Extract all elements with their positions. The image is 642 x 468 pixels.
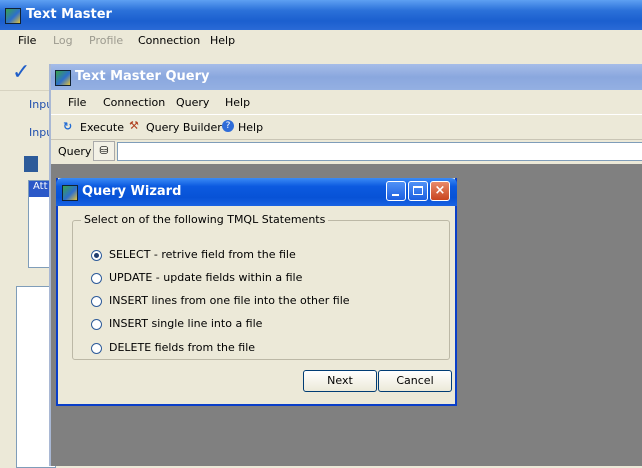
radio-insert-single[interactable] <box>91 319 102 330</box>
menu-file[interactable]: File <box>18 34 36 47</box>
statement-group: Select on of the following TMQL Statemen… <box>72 213 450 360</box>
check-icon[interactable]: ✓ <box>12 62 30 84</box>
minimize-icon[interactable] <box>386 181 406 201</box>
execute-icon[interactable]: ↻ <box>63 120 72 133</box>
radio-insert-lines[interactable] <box>91 296 102 307</box>
menu-log: Log <box>53 34 73 47</box>
cancel-button[interactable]: Cancel <box>378 370 452 392</box>
query-wizard-dialog: Select on of the following TMQL Statemen… <box>56 178 457 406</box>
qmenu-query[interactable]: Query <box>176 96 209 109</box>
query-window-title: Text Master Query <box>75 69 210 84</box>
option-delete-label[interactable]: DELETE fields from the file <box>109 341 255 354</box>
menu-profile: Profile <box>89 34 124 47</box>
radio-select[interactable] <box>91 250 102 261</box>
maximize-icon[interactable] <box>408 181 428 201</box>
query-input[interactable] <box>117 142 642 161</box>
execute-button[interactable]: Execute <box>80 121 124 134</box>
radio-delete[interactable] <box>91 343 102 354</box>
help-icon[interactable]: ? <box>222 120 234 132</box>
app-icon <box>5 8 21 24</box>
wizard-app-icon <box>62 185 78 201</box>
left-panel: Inpu Inpu Att <box>14 90 56 468</box>
option-select-label[interactable]: SELECT - retrive field from the file <box>109 248 296 261</box>
wizard-title-bar[interactable]: Query Wizard × <box>56 178 457 206</box>
qmenu-file[interactable]: File <box>68 96 86 109</box>
main-title-bar[interactable]: Text Master <box>0 0 642 30</box>
qmenu-help[interactable]: Help <box>225 96 250 109</box>
query-app-icon <box>55 70 71 86</box>
option-insert-single-label[interactable]: INSERT single line into a file <box>109 317 262 330</box>
query-menu-bar: File Connection Query Help <box>51 90 642 114</box>
menu-connection[interactable]: Connection <box>138 34 200 47</box>
query-row: Query ⛁ <box>51 140 642 164</box>
option-insert-lines-label[interactable]: INSERT lines from one file into the othe… <box>109 294 350 307</box>
document-icon <box>24 156 38 172</box>
next-button[interactable]: Next <box>303 370 377 392</box>
query-label: Query <box>58 145 92 158</box>
main-menu-bar: File Log Profile Connection Help <box>0 30 642 52</box>
database-icon[interactable]: ⛁ <box>93 141 115 161</box>
query-builder-button[interactable]: Query Builder <box>146 121 222 134</box>
statement-group-label: Select on of the following TMQL Statemen… <box>81 213 329 226</box>
qmenu-connection[interactable]: Connection <box>103 96 165 109</box>
option-update-label[interactable]: UPDATE - update fields within a file <box>109 271 302 284</box>
query-builder-icon[interactable]: ⚒ <box>129 119 139 132</box>
help-button[interactable]: Help <box>238 121 263 134</box>
close-icon[interactable]: × <box>430 181 450 201</box>
radio-update[interactable] <box>91 273 102 284</box>
query-title-bar[interactable]: Text Master Query <box>51 64 642 90</box>
main-window-title: Text Master <box>26 7 112 22</box>
wizard-title: Query Wizard <box>82 184 182 199</box>
menu-help[interactable]: Help <box>210 34 235 47</box>
query-toolbar: ↻ Execute ⚒ Query Builder ? Help <box>51 114 642 140</box>
